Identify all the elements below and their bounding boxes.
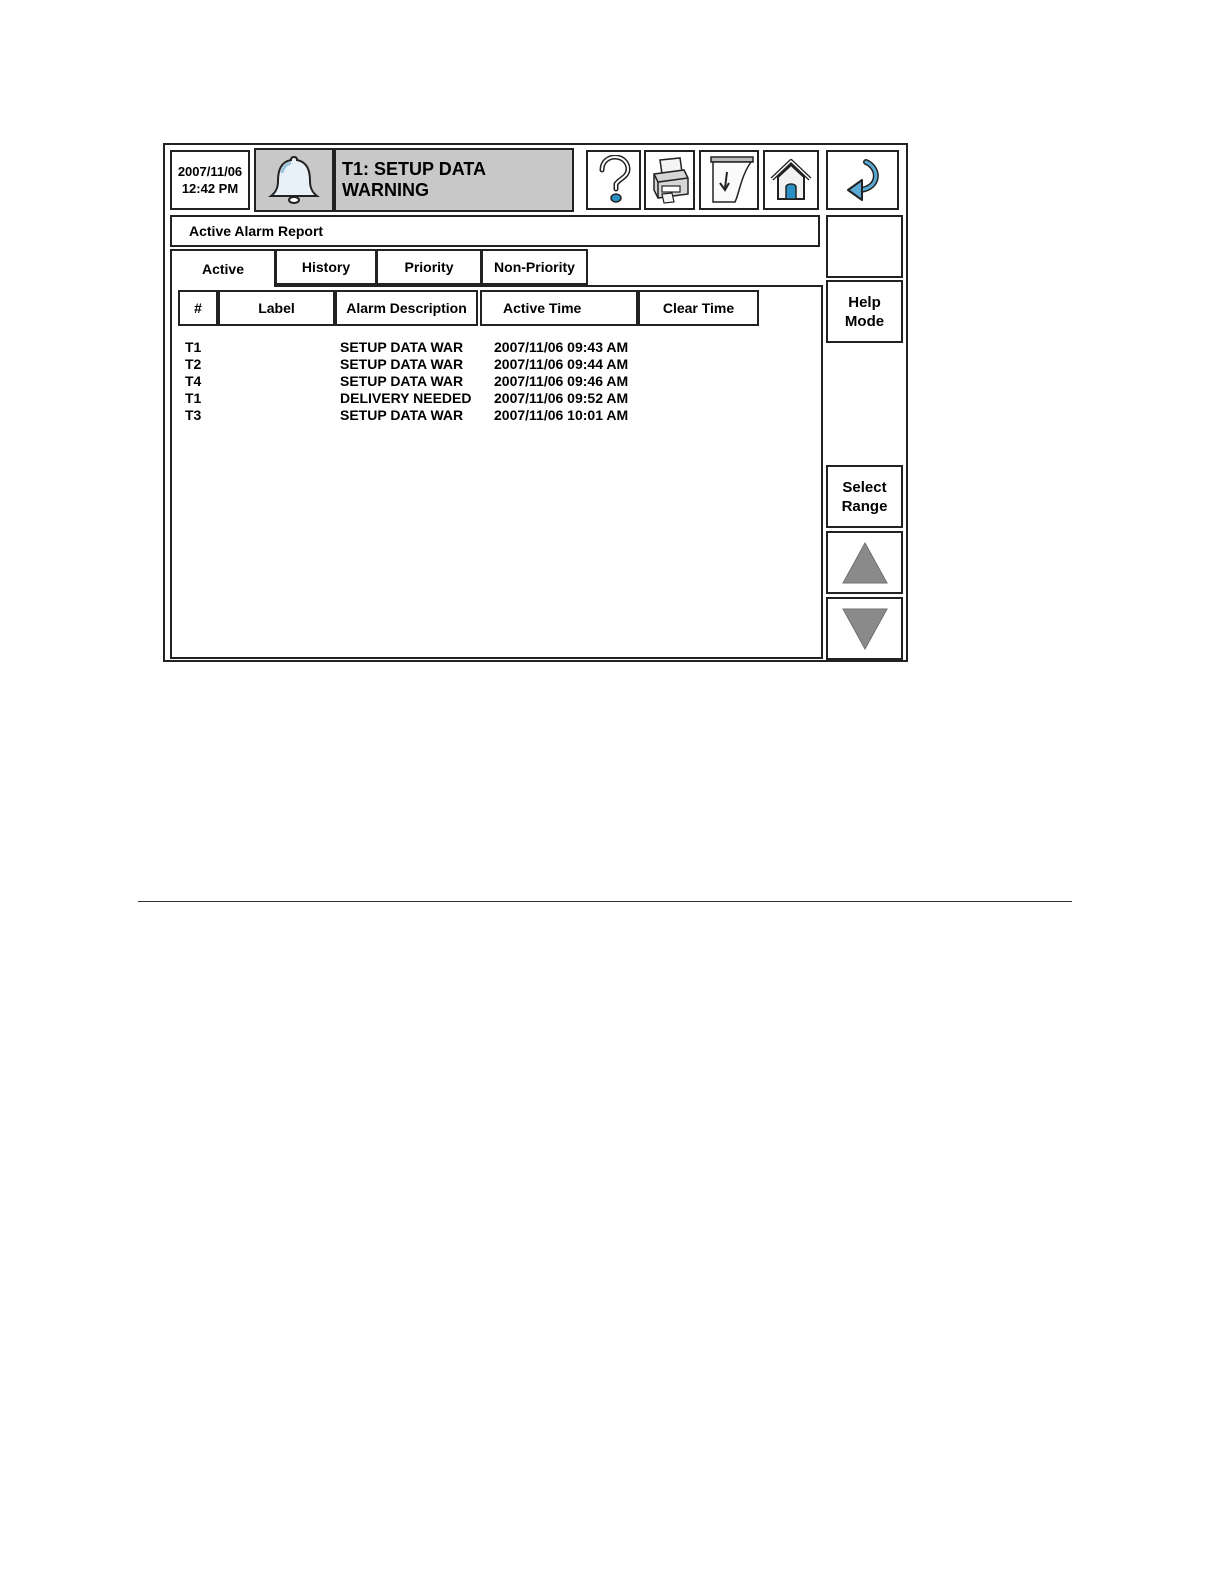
select-range-label-line1: Select <box>842 478 887 496</box>
datetime-display: 2007/11/06 12:42 PM <box>170 150 250 210</box>
date-text: 2007/11/06 <box>177 164 243 179</box>
scroll-down-button[interactable] <box>826 597 903 660</box>
row-3-active-time[interactable]: 2007/11/06 09:46 AM <box>494 373 628 390</box>
tab-history[interactable]: History <box>275 249 377 285</box>
select-range-label-line2: Range <box>841 497 888 515</box>
alarm-button[interactable] <box>254 148 334 212</box>
tab-non-priority[interactable]: Non-Priority <box>481 249 588 285</box>
paper-feed-button[interactable] <box>699 150 759 210</box>
row-4-active-time[interactable]: 2007/11/06 09:52 AM <box>494 390 628 407</box>
row-2-active-time[interactable]: 2007/11/06 09:44 AM <box>494 356 628 373</box>
help-button[interactable] <box>586 150 641 210</box>
triangle-up-icon <box>841 541 888 583</box>
help-mode-label-line2: Mode <box>844 312 885 330</box>
row-1-active-time[interactable]: 2007/11/06 09:43 AM <box>494 339 628 356</box>
triangle-down-icon <box>841 608 888 650</box>
home-button[interactable] <box>763 150 819 210</box>
column-header-clear-time[interactable]: Clear Time <box>638 290 759 326</box>
row-3-number[interactable]: T4 <box>185 373 201 390</box>
question-mark-icon <box>599 155 631 203</box>
help-mode-button[interactable]: Help Mode <box>826 280 903 343</box>
touch-screen: 2007/11/06 12:42 PM T1: SETUP DATA WARNI… <box>163 143 908 662</box>
row-4-number[interactable]: T1 <box>185 390 201 407</box>
printer-icon <box>652 157 689 204</box>
alarm-banner[interactable]: T1: SETUP DATA WARNING <box>334 148 574 212</box>
scroll-up-button[interactable] <box>826 531 903 594</box>
help-mode-label-line1: Help <box>848 293 881 311</box>
report-title: Active Alarm Report <box>170 215 820 247</box>
row-2-description[interactable]: SETUP DATA WAR <box>340 356 463 373</box>
column-header-description[interactable]: Alarm Description <box>335 290 478 326</box>
row-2-number[interactable]: T2 <box>185 356 201 373</box>
tab-active[interactable]: Active <box>170 249 276 287</box>
row-3-description[interactable]: SETUP DATA WAR <box>340 373 463 390</box>
column-header-active-time[interactable]: Active Time <box>480 290 638 326</box>
row-5-active-time[interactable]: 2007/11/06 10:01 AM <box>494 407 628 424</box>
row-5-description[interactable]: SETUP DATA WAR <box>340 407 463 424</box>
alarm-list: T1 SETUP DATA WAR 2007/11/06 09:43 AM T2… <box>185 339 645 429</box>
row-4-description[interactable]: DELIVERY NEEDED <box>340 390 471 407</box>
row-1-number[interactable]: T1 <box>185 339 201 356</box>
row-5-number[interactable]: T3 <box>185 407 201 424</box>
bell-icon <box>268 155 320 204</box>
column-header-label[interactable]: Label <box>218 290 335 326</box>
time-text: 12:42 PM <box>181 181 239 196</box>
active-tab-joiner <box>172 284 274 288</box>
home-icon <box>770 159 812 200</box>
paper-feed-icon <box>710 156 754 203</box>
side-blank-button[interactable] <box>826 215 903 278</box>
print-button[interactable] <box>644 150 695 210</box>
tab-priority[interactable]: Priority <box>376 249 482 285</box>
page-divider <box>138 901 1072 902</box>
back-arrow-icon <box>846 159 879 201</box>
row-1-description[interactable]: SETUP DATA WAR <box>340 339 463 356</box>
select-range-button[interactable]: Select Range <box>826 465 903 528</box>
back-button[interactable] <box>826 150 899 210</box>
column-header-number[interactable]: # <box>178 290 218 326</box>
